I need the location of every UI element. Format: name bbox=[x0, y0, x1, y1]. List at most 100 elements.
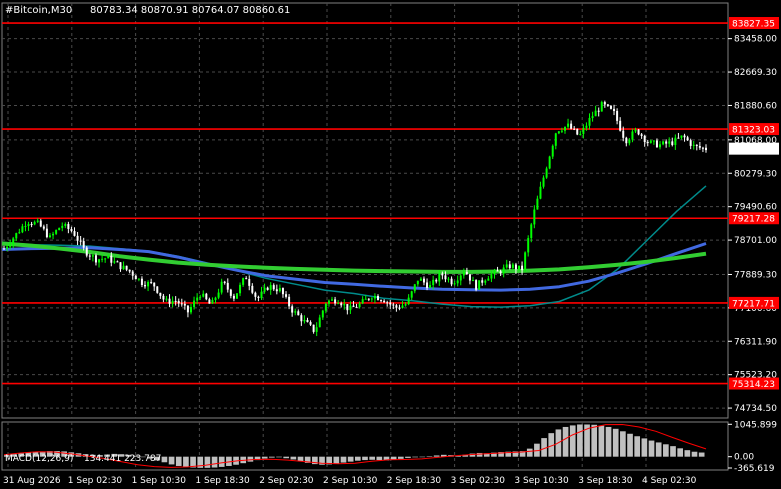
candle-body bbox=[159, 292, 162, 296]
trading-chart-window: 83458.00 82669.30 81880.60 81068.00 80279.30… bbox=[0, 0, 781, 489]
macd-histogram-bar bbox=[612, 428, 619, 457]
candle-body bbox=[533, 209, 536, 225]
candle-body bbox=[107, 255, 110, 259]
candle-body bbox=[334, 299, 337, 304]
macd-histogram-bar bbox=[283, 456, 290, 459]
candle-body bbox=[689, 140, 692, 146]
candle-body bbox=[634, 129, 637, 132]
macd-histogram-bar bbox=[634, 436, 641, 457]
candle-body bbox=[94, 255, 97, 263]
candle-body bbox=[327, 300, 330, 304]
candle-body bbox=[432, 279, 435, 286]
candle-body bbox=[521, 265, 524, 271]
candle-body bbox=[652, 140, 655, 142]
candle-body bbox=[398, 307, 401, 309]
macd-histogram-bar bbox=[677, 448, 684, 457]
candle-body bbox=[12, 238, 15, 245]
candle-body bbox=[18, 232, 21, 234]
candle-body bbox=[659, 144, 662, 148]
candle-body bbox=[220, 281, 223, 293]
candle-body bbox=[131, 271, 134, 276]
candle-body bbox=[174, 301, 177, 303]
macd-histogram-bar bbox=[670, 446, 676, 457]
candle-body bbox=[278, 288, 281, 292]
candle-body bbox=[275, 289, 278, 292]
candle-body bbox=[45, 228, 48, 238]
y-tick-label: 80279.30 bbox=[734, 169, 777, 179]
candle-body bbox=[346, 304, 349, 311]
candle-body bbox=[573, 128, 576, 130]
candle-body bbox=[239, 284, 242, 294]
candle-body bbox=[459, 275, 462, 281]
candle-body bbox=[223, 281, 226, 283]
candle-body bbox=[55, 230, 58, 234]
candle-body bbox=[128, 269, 131, 272]
candle-body bbox=[677, 137, 680, 139]
candle-body bbox=[511, 264, 514, 269]
candle-body bbox=[426, 282, 429, 288]
candle-body bbox=[134, 275, 137, 280]
x-tick-label: 2 Sep 02:30 bbox=[259, 476, 314, 486]
candle-body bbox=[52, 233, 55, 236]
candle-body bbox=[668, 141, 671, 144]
candle-body bbox=[229, 289, 232, 296]
macd-histogram-bar bbox=[663, 444, 669, 457]
candle-body bbox=[441, 273, 444, 276]
candle-body bbox=[177, 301, 180, 304]
candle-body bbox=[518, 265, 521, 270]
candle-body bbox=[579, 133, 582, 135]
x-tick-label: 31 Aug 2026 bbox=[3, 476, 61, 486]
macd-histogram-bar bbox=[655, 442, 662, 457]
candle-body bbox=[364, 298, 367, 300]
candle-body bbox=[447, 278, 450, 280]
macd-histogram-bar bbox=[598, 425, 605, 457]
candle-body bbox=[392, 304, 395, 306]
candle-body bbox=[309, 322, 312, 325]
candle-body bbox=[554, 133, 557, 146]
candle-body bbox=[306, 319, 309, 323]
candle-body bbox=[389, 302, 392, 305]
candle-body bbox=[98, 259, 101, 263]
candle-body bbox=[585, 125, 588, 128]
candle-body bbox=[193, 300, 196, 308]
candle-body bbox=[665, 141, 668, 144]
macd-histogram-bar bbox=[627, 433, 633, 457]
y-tick-label: 76311.90 bbox=[734, 337, 777, 347]
candle-body bbox=[340, 303, 343, 306]
candle-body bbox=[705, 147, 707, 151]
macd-histogram-bar bbox=[355, 456, 361, 461]
candle-body bbox=[536, 198, 539, 210]
candle-body bbox=[609, 105, 612, 109]
candle-body bbox=[260, 291, 263, 299]
candle-body bbox=[122, 265, 125, 270]
candle-body bbox=[606, 104, 609, 106]
candle-body bbox=[242, 278, 245, 285]
candle-body bbox=[692, 144, 695, 146]
level-tag-label: 79217.28 bbox=[732, 215, 775, 225]
candle-body bbox=[496, 270, 499, 272]
candle-body bbox=[631, 131, 634, 140]
candle-body bbox=[3, 248, 5, 250]
candle-body bbox=[318, 317, 321, 328]
macd-histogram-bar bbox=[204, 456, 211, 468]
candle-body bbox=[625, 137, 628, 144]
candle-body bbox=[370, 298, 373, 300]
candle-body bbox=[422, 278, 425, 283]
candle-body bbox=[410, 291, 413, 298]
candle-body bbox=[481, 280, 484, 283]
macd-histogram-bar bbox=[562, 426, 569, 457]
candle-body bbox=[168, 298, 171, 304]
candle-body bbox=[266, 287, 269, 290]
candle-body bbox=[208, 299, 211, 304]
candle-body bbox=[343, 304, 346, 306]
chart-canvas[interactable]: 83458.0082669.3081880.6081068.0080279.30… bbox=[0, 0, 781, 489]
macd-histogram-bar bbox=[218, 456, 225, 467]
candle-body bbox=[530, 224, 533, 239]
candle-body bbox=[419, 278, 422, 281]
x-tick-label: 1 Sep 18:30 bbox=[195, 476, 250, 486]
candle-body bbox=[235, 293, 238, 299]
candle-body bbox=[613, 108, 616, 112]
candle-body bbox=[695, 144, 698, 147]
candle-body bbox=[150, 281, 153, 283]
candle-body bbox=[15, 233, 18, 239]
